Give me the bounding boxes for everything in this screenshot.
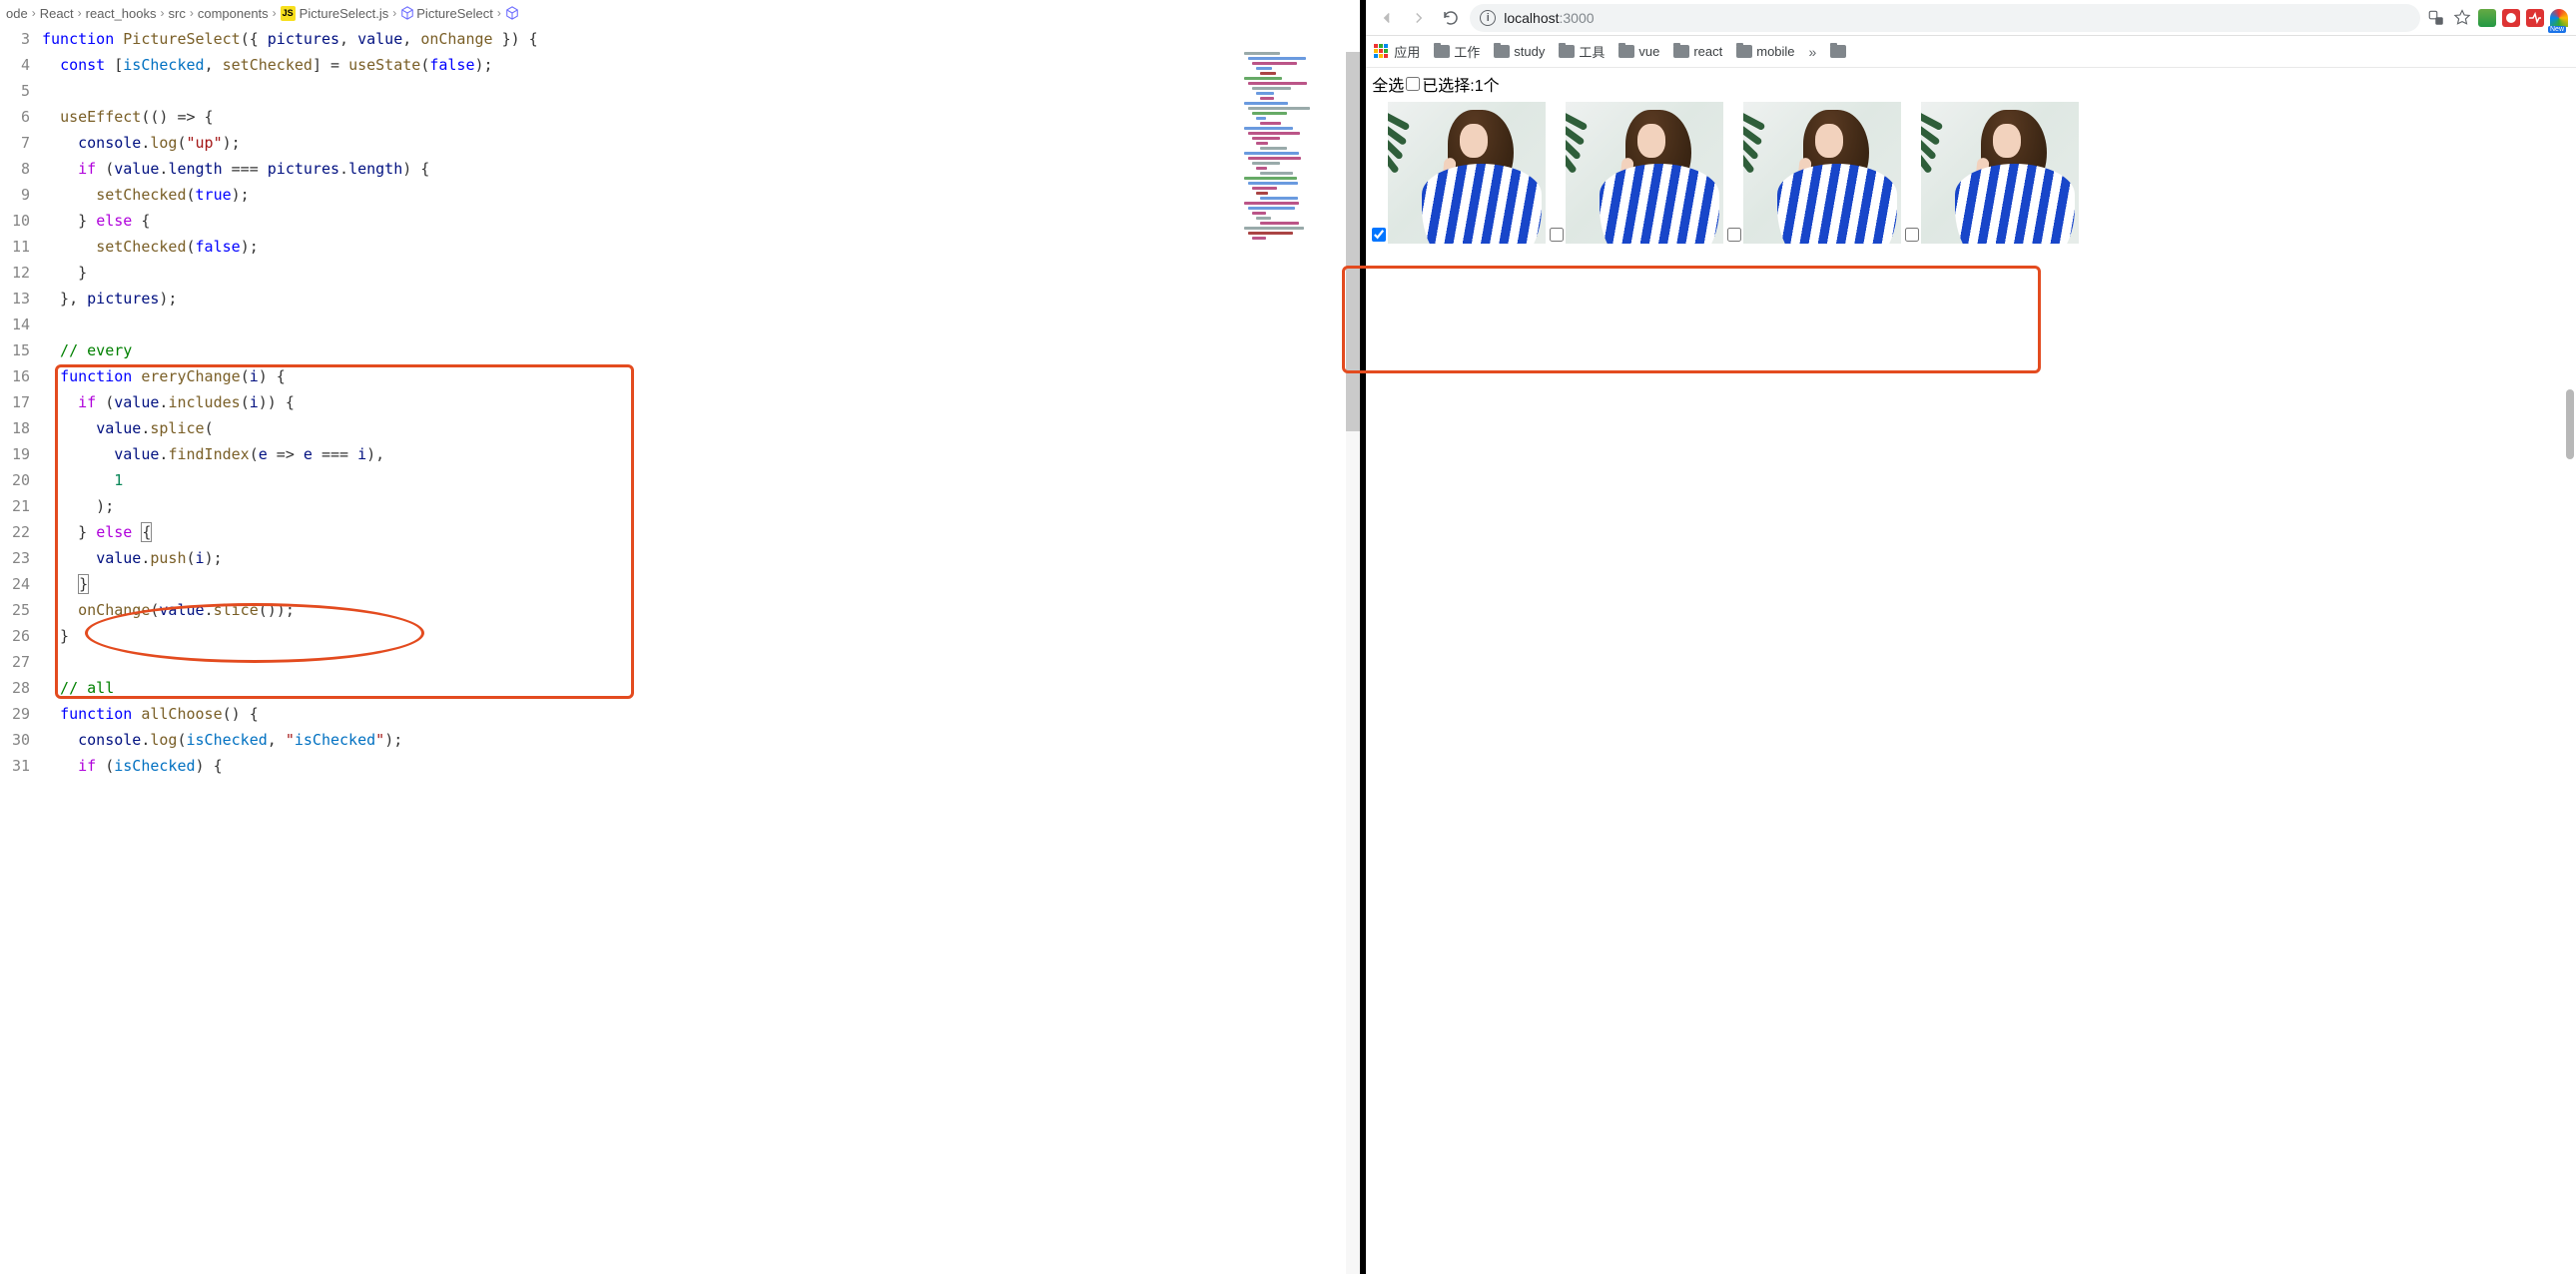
breadcrumb-item[interactable]: ode [6, 6, 28, 21]
chevron-right-icon: › [392, 6, 396, 20]
apps-label: 应用 [1394, 42, 1420, 61]
url-host: localhost [1504, 10, 1559, 26]
picture-image[interactable] [1921, 102, 2079, 244]
select-all-checkbox[interactable] [1406, 77, 1420, 91]
select-all-label: 全选 [1372, 72, 1404, 96]
folder-icon [1434, 45, 1450, 58]
other-bookmarks-folder[interactable] [1830, 45, 1846, 58]
folder-icon [1618, 45, 1634, 58]
picture-checkbox[interactable] [1372, 228, 1386, 242]
scrollbar-vertical[interactable] [2566, 110, 2574, 459]
picture-item [1727, 102, 1901, 244]
apps-grid-icon [1374, 44, 1390, 60]
url-port: :3000 [1560, 10, 1595, 26]
bookmark-folder-label: vue [1638, 44, 1659, 59]
breadcrumb-item[interactable]: components [198, 6, 269, 21]
bookmark-folder-label: 工作 [1454, 42, 1480, 61]
code-content[interactable]: function PictureSelect({ pictures, value… [40, 26, 1360, 1274]
chevron-right-icon: › [190, 6, 194, 20]
back-button[interactable] [1374, 5, 1400, 31]
extension-icon[interactable] [2526, 9, 2544, 27]
folder-icon [1494, 45, 1510, 58]
breadcrumb-item-file[interactable]: JSPictureSelect.js [281, 6, 389, 21]
folder-icon [1830, 45, 1846, 58]
picture-checkbox[interactable] [1550, 228, 1564, 242]
bookmarks-overflow[interactable]: » [1809, 44, 1817, 60]
bookmark-folder[interactable]: 工作 [1434, 42, 1480, 61]
breadcrumb[interactable]: ode › React › react_hooks › src › compon… [0, 0, 1360, 26]
url-bar[interactable]: i localhost:3000 [1470, 4, 2420, 32]
picture-image[interactable] [1566, 102, 1723, 244]
scrollbar-thumb[interactable] [1346, 52, 1360, 431]
extension-icon[interactable] [2478, 9, 2496, 27]
chevron-right-icon: › [32, 6, 36, 20]
bookmark-folder[interactable]: react [1673, 44, 1722, 59]
line-number-gutter: 3456789101112131415161718192021222324252… [0, 26, 40, 1274]
scrollbar-vertical[interactable] [1346, 52, 1360, 1274]
chevron-right-icon: › [497, 6, 501, 20]
bookmark-folder-label: study [1514, 44, 1545, 59]
site-info-icon[interactable]: i [1480, 10, 1496, 26]
js-file-icon: JS [281, 6, 296, 21]
picture-checkbox[interactable] [1727, 228, 1741, 242]
annotation-box [1342, 266, 2041, 373]
symbol-icon [505, 6, 519, 20]
bookmark-folder[interactable]: vue [1618, 44, 1659, 59]
picture-item [1372, 102, 1546, 244]
reload-button[interactable] [1438, 5, 1464, 31]
picture-row [1372, 102, 2570, 244]
selected-count-label: 已选择:1个 [1422, 72, 1499, 96]
extension-icon[interactable] [2550, 9, 2568, 27]
bookmark-star-icon[interactable] [2452, 8, 2472, 28]
picture-checkbox[interactable] [1905, 228, 1919, 242]
selection-header: 全选 已选择:1个 [1372, 72, 2570, 96]
extension-icon[interactable] [2502, 9, 2520, 27]
picture-item [1550, 102, 1723, 244]
folder-icon [1559, 45, 1575, 58]
chevron-right-icon: › [161, 6, 165, 20]
browser-pane: i localhost:3000 应用 工作 study 工具 vue react mob… [1366, 0, 2576, 1274]
editor-pane: ode › React › react_hooks › src › compon… [0, 0, 1360, 1274]
bookmarks-bar: 应用 工作 study 工具 vue react mobile » [1366, 36, 2576, 68]
code-editor[interactable]: 3456789101112131415161718192021222324252… [0, 26, 1360, 1274]
chevron-right-icon: › [78, 6, 82, 20]
translate-icon[interactable] [2426, 8, 2446, 28]
scrollbar-thumb[interactable] [2566, 389, 2574, 459]
breadcrumb-item[interactable]: react_hooks [86, 6, 157, 21]
bookmark-folder-label: mobile [1756, 44, 1794, 59]
picture-image[interactable] [1743, 102, 1901, 244]
picture-item [1905, 102, 2079, 244]
symbol-icon [400, 6, 414, 20]
breadcrumb-item[interactable]: src [169, 6, 186, 21]
picture-image[interactable] [1388, 102, 1546, 244]
breadcrumb-item-symbol[interactable]: PictureSelect [400, 6, 493, 21]
bookmark-folder[interactable]: study [1494, 44, 1545, 59]
breadcrumb-item[interactable]: React [40, 6, 74, 21]
bookmark-folder-label: react [1693, 44, 1722, 59]
browser-toolbar: i localhost:3000 [1366, 0, 2576, 36]
forward-button[interactable] [1406, 5, 1432, 31]
bookmark-folder[interactable]: mobile [1736, 44, 1794, 59]
folder-icon [1673, 45, 1689, 58]
chevron-right-icon: › [273, 6, 277, 20]
bookmark-folder[interactable]: 工具 [1559, 42, 1605, 61]
page-content: 全选 已选择:1个 [1366, 68, 2576, 1274]
bookmark-folder-label: 工具 [1579, 42, 1605, 61]
apps-button[interactable]: 应用 [1374, 42, 1420, 61]
folder-icon [1736, 45, 1752, 58]
